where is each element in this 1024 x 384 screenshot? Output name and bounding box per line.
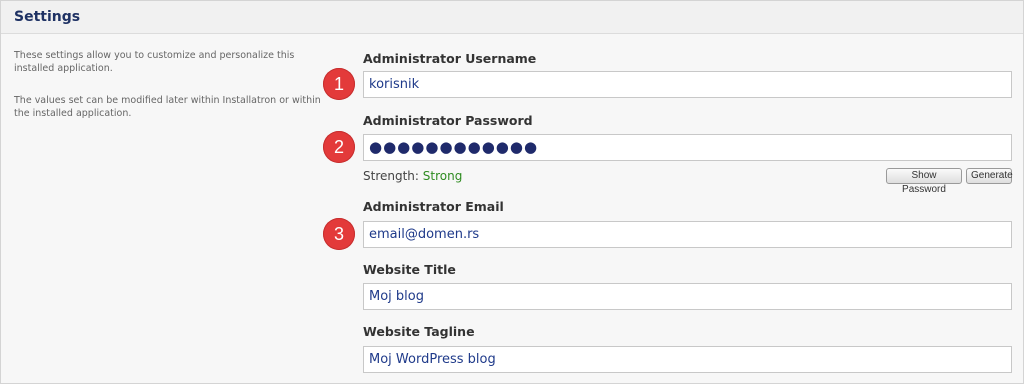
- password-input[interactable]: ●●●●●●●●●●●●: [363, 134, 1012, 161]
- password-strength: Strength: Strong: [363, 169, 462, 183]
- step-marker-2: 2: [323, 131, 355, 163]
- panel-header: Settings: [1, 1, 1023, 34]
- strength-value: Strong: [422, 169, 463, 183]
- step-marker-3: 3: [323, 218, 355, 250]
- website-tagline-label: Website Tagline: [363, 324, 475, 339]
- show-password-button[interactable]: Show Password: [886, 168, 962, 195]
- email-input[interactable]: [363, 221, 1012, 248]
- panel-title: Settings: [14, 9, 81, 25]
- settings-note: The values set can be modified later wit…: [14, 95, 321, 119]
- website-tagline-input[interactable]: [363, 346, 1012, 373]
- strength-label: Strength:: [363, 169, 419, 183]
- website-title-label: Website Title: [363, 262, 456, 277]
- username-input[interactable]: [363, 71, 1012, 98]
- password-label: Administrator Password: [363, 113, 533, 128]
- website-title-input[interactable]: [363, 283, 1012, 310]
- settings-panel: Settings These settings allow you to cus…: [0, 0, 1024, 384]
- username-label: Administrator Username: [363, 51, 537, 66]
- generate-password-button[interactable]: Generate: [966, 168, 1013, 184]
- settings-description: These settings allow you to customize an…: [14, 50, 295, 74]
- email-label: Administrator Email: [363, 199, 504, 214]
- step-marker-1: 1: [323, 68, 355, 100]
